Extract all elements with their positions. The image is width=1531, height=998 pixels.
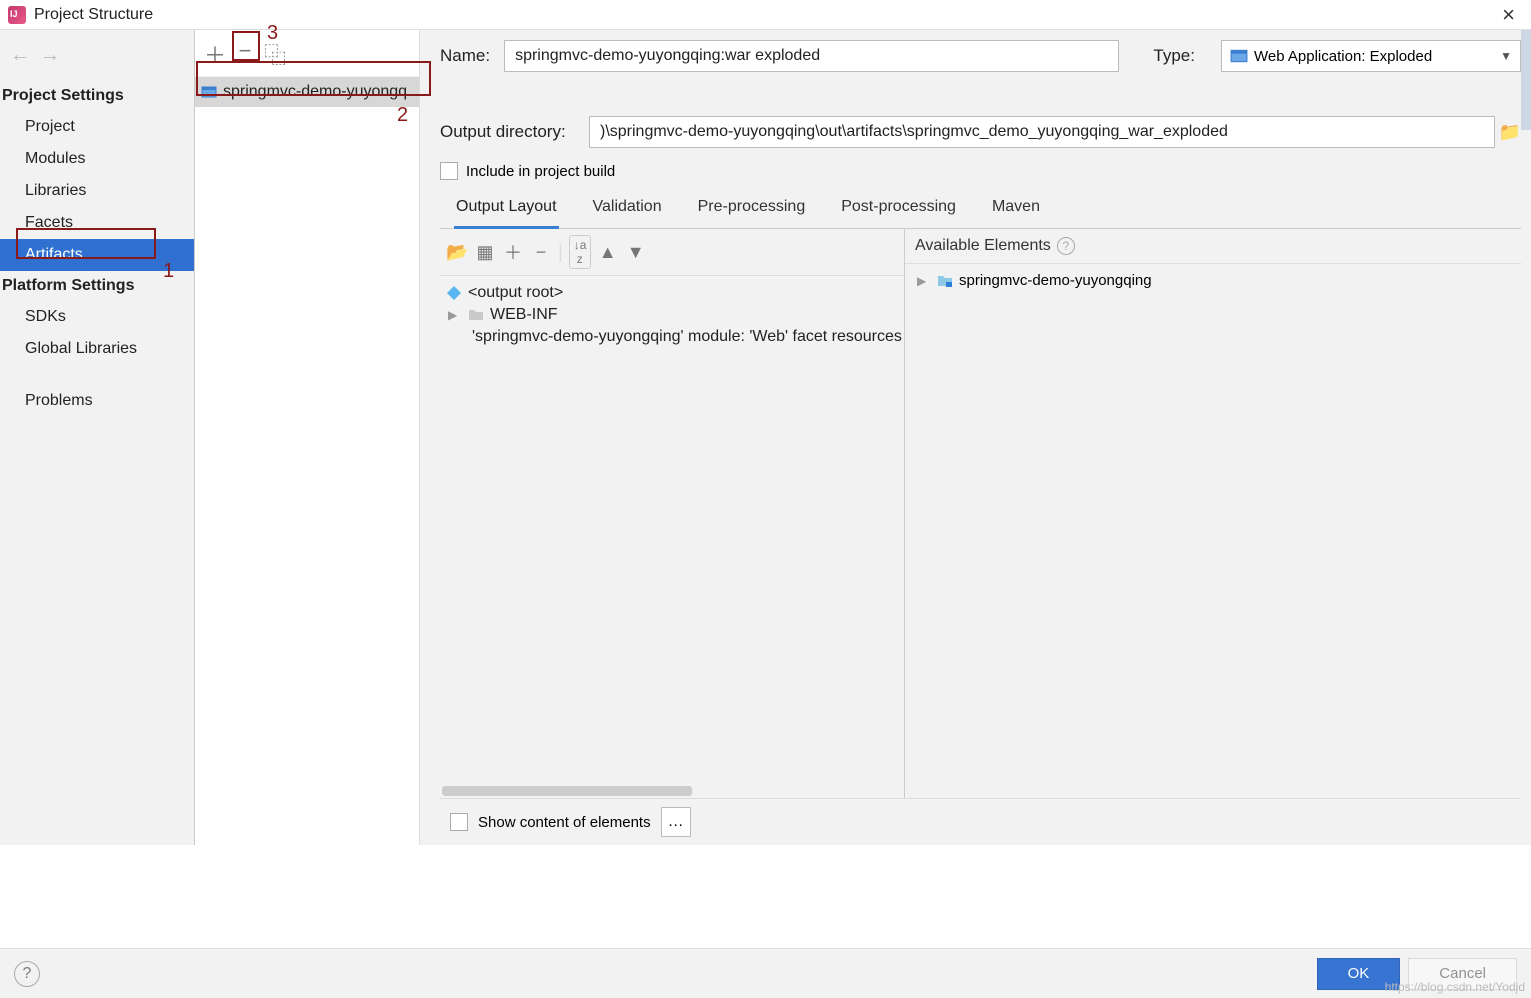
type-value: Web Application: Exploded xyxy=(1254,48,1432,65)
sidebar: ← → Project Settings Project Modules Lib… xyxy=(0,30,195,845)
show-content-label: Show content of elements xyxy=(478,814,651,831)
nav-modules[interactable]: Modules xyxy=(0,143,194,175)
available-item[interactable]: ▶ springmvc-demo-yuyongqing xyxy=(915,270,1511,291)
include-build-label: Include in project build xyxy=(466,163,615,180)
annotation-3: 3 xyxy=(267,22,278,45)
tab-preprocessing[interactable]: Pre-processing xyxy=(696,190,808,228)
nav-global-libraries[interactable]: Global Libraries xyxy=(0,333,194,365)
name-field[interactable] xyxy=(504,40,1119,72)
type-dropdown[interactable]: Web Application: Exploded ▼ xyxy=(1221,40,1521,72)
nav-project[interactable]: Project xyxy=(0,111,194,143)
archive-icon xyxy=(1230,47,1248,65)
show-content-options-button[interactable]: … xyxy=(661,807,691,837)
help-icon[interactable]: ? xyxy=(1057,237,1075,255)
remove-artifact-icon[interactable]: − xyxy=(233,38,257,70)
expand-arrow-icon[interactable]: ▶ xyxy=(917,274,931,288)
move-down-icon[interactable]: ▼ xyxy=(625,242,647,263)
forward-arrow-icon[interactable]: → xyxy=(40,44,60,67)
name-label: Name: xyxy=(440,46,490,66)
artifact-tabs: Output Layout Validation Pre-processing … xyxy=(440,190,1521,229)
tab-maven[interactable]: Maven xyxy=(990,190,1042,228)
add-copy-icon[interactable]: ＋ xyxy=(502,239,524,265)
available-elements-label: Available Elements xyxy=(915,237,1051,255)
remove-item-icon[interactable]: − xyxy=(530,242,552,263)
artifact-list-panel: ＋ − ⿻ springmvc-demo-yuyongq xyxy=(195,30,420,845)
tab-postprocessing[interactable]: Post-processing xyxy=(839,190,958,228)
right-edge-decoration xyxy=(1521,30,1531,130)
project-settings-header: Project Settings xyxy=(0,81,194,111)
app-icon xyxy=(8,6,26,24)
tree-output-root[interactable]: <output root> xyxy=(444,282,900,304)
tree-webinf[interactable]: ▶ WEB-INF xyxy=(444,304,900,326)
window-title: Project Structure xyxy=(34,6,153,24)
add-artifact-icon[interactable]: ＋ xyxy=(203,38,227,70)
move-up-icon[interactable]: ▲ xyxy=(597,242,619,263)
output-dir-field[interactable] xyxy=(589,116,1495,148)
new-archive-icon[interactable]: ▦ xyxy=(474,242,496,263)
watermark: https://blog.csdn.net/Yodjd xyxy=(1385,980,1525,994)
folder-icon xyxy=(468,307,484,323)
sort-az-icon[interactable]: ↓az xyxy=(569,235,591,269)
show-content-checkbox[interactable] xyxy=(450,813,468,831)
artifact-list-item[interactable]: springmvc-demo-yuyongq xyxy=(195,77,419,107)
archive-icon xyxy=(201,84,217,100)
tab-output-layout[interactable]: Output Layout xyxy=(454,190,559,229)
annotation-2: 2 xyxy=(397,104,408,127)
nav-facets[interactable]: Facets xyxy=(0,207,194,239)
new-folder-icon[interactable]: 📂 xyxy=(446,242,468,263)
expand-arrow-icon[interactable]: ▶ xyxy=(448,308,462,322)
available-elements-panel: Available Elements ? ▶ springmvc-demo-yu… xyxy=(905,229,1521,798)
chevron-down-icon: ▼ xyxy=(1500,49,1512,63)
titlebar: Project Structure × xyxy=(0,0,1531,30)
tab-validation[interactable]: Validation xyxy=(591,190,664,228)
nav-problems[interactable]: Problems xyxy=(0,385,194,417)
output-root-icon xyxy=(446,285,462,301)
close-icon[interactable]: × xyxy=(1494,2,1523,28)
nav-sdks[interactable]: SDKs xyxy=(0,301,194,333)
artifact-detail-panel: Name: Type: Web Application: Exploded ▼ … xyxy=(420,30,1531,845)
output-layout-panel: 📂 ▦ ＋ − | ↓az ▲ ▼ <output root> ▶ xyxy=(440,229,905,798)
include-build-checkbox[interactable] xyxy=(440,162,458,180)
help-button[interactable]: ? xyxy=(14,961,40,987)
nav-libraries[interactable]: Libraries xyxy=(0,175,194,207)
horizontal-scrollbar[interactable] xyxy=(440,784,904,798)
dialog-footer: ? OK Cancel xyxy=(0,948,1531,998)
back-arrow-icon[interactable]: ← xyxy=(10,44,30,67)
browse-folder-icon[interactable]: 📁 xyxy=(1499,121,1521,143)
type-label: Type: xyxy=(1153,46,1195,66)
module-icon xyxy=(937,273,953,289)
artifact-item-label: springmvc-demo-yuyongq xyxy=(223,83,407,101)
output-dir-label: Output directory: xyxy=(440,122,575,142)
annotation-1: 1 xyxy=(163,260,174,283)
tree-facet-resources[interactable]: 'springmvc-demo-yuyongqing' module: 'Web… xyxy=(444,326,900,348)
